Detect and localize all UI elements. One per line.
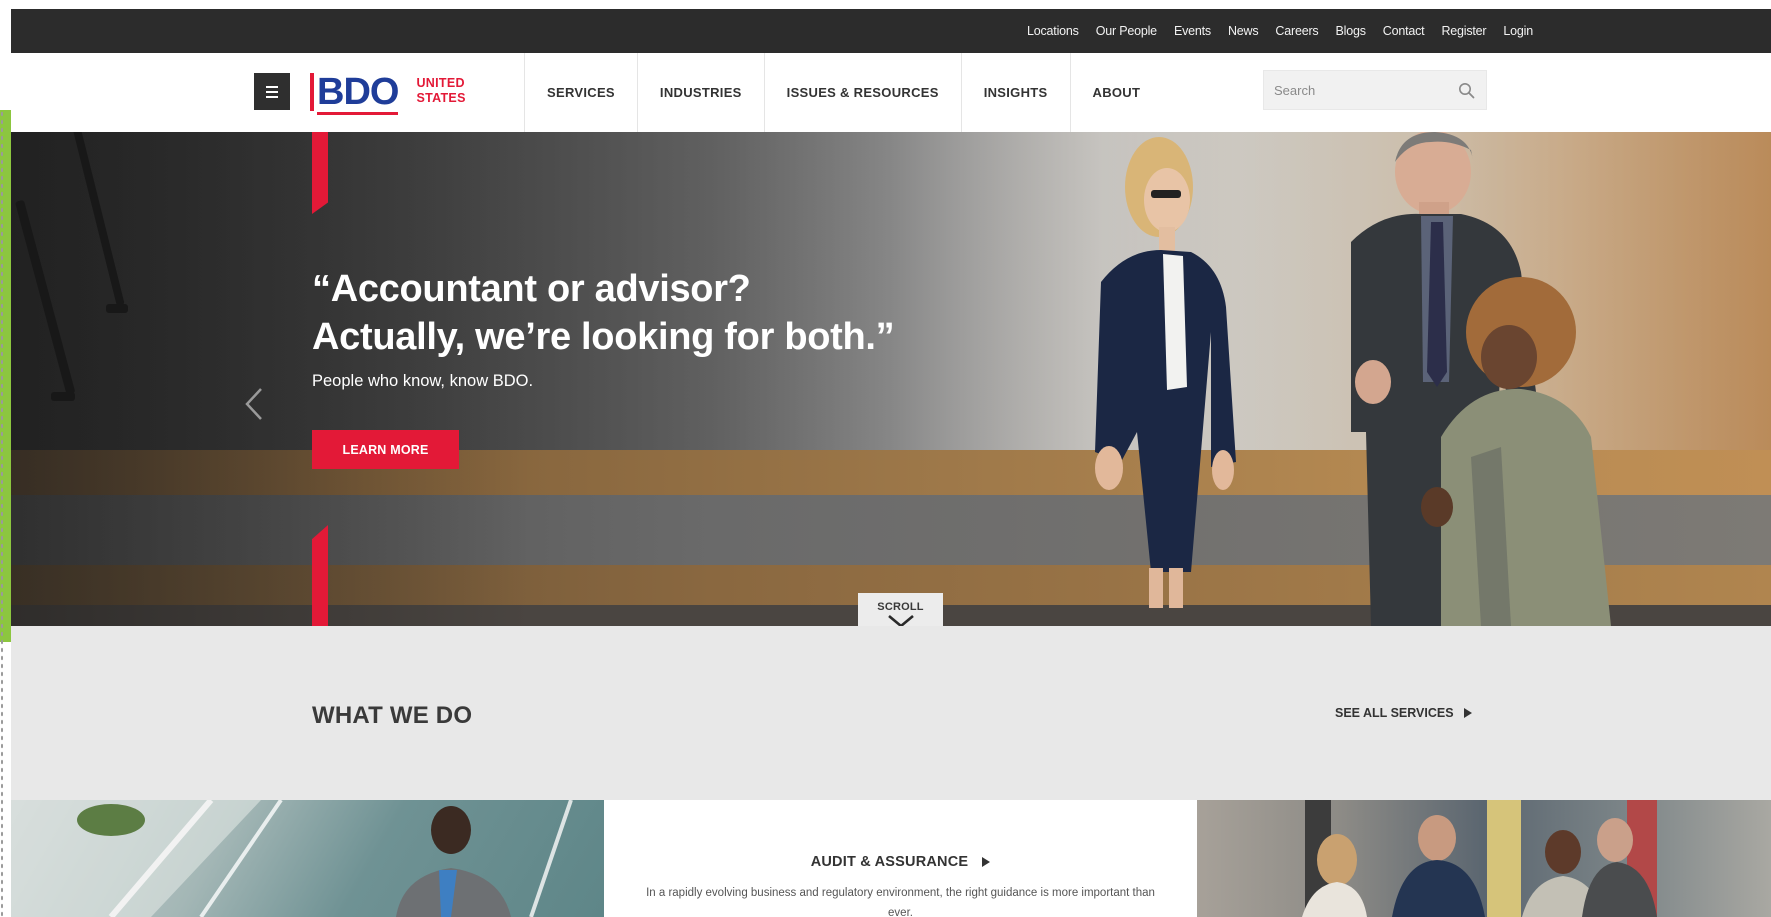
hero-person-woman-curly: [1421, 277, 1611, 626]
stair-rail: [106, 304, 128, 313]
card-title-label: AUDIT & ASSURANCE: [810, 854, 969, 870]
logo-wordmark: BDO: [317, 71, 399, 113]
card-image-right-scene: [1302, 800, 1657, 917]
triangle-right-icon: [982, 857, 991, 867]
card-image-left[interactable]: [11, 800, 604, 917]
scroll-indicator[interactable]: SCROLL: [858, 593, 943, 626]
logo-underline: [317, 112, 399, 115]
utility-link-blogs[interactable]: Blogs: [1335, 24, 1365, 38]
stair-rail: [51, 392, 75, 401]
utility-link-login[interactable]: Login: [1503, 24, 1533, 38]
logo-country: UNITED STATES: [416, 76, 465, 106]
nav-item-industries[interactable]: INDUSTRIES: [636, 53, 764, 132]
utility-link-careers[interactable]: Careers: [1275, 24, 1318, 38]
see-all-services-link[interactable]: SEE ALL SERVICES: [1335, 706, 1472, 720]
nav-item-services[interactable]: SERVICES: [524, 53, 637, 132]
learn-more-button[interactable]: LEARN MORE: [312, 430, 459, 469]
hero-title-line1: “Accountant or advisor?: [312, 268, 751, 310]
hero-carousel: “Accountant or advisor? Actually, we’re …: [11, 132, 1771, 626]
section-title: WHAT WE DO: [312, 702, 473, 729]
hamburger-icon-line: [266, 95, 278, 98]
nav-item-about[interactable]: ABOUT: [1069, 53, 1163, 132]
services-cards: AUDIT & ASSURANCE In a rapidly evolving …: [11, 800, 1771, 917]
logo-red-bar: [310, 73, 314, 111]
card-description: In a rapidly evolving business and regul…: [646, 887, 1155, 917]
chevron-down-icon: [887, 615, 914, 626]
nav-item-insights[interactable]: INSIGHTS: [960, 53, 1070, 132]
logo-country-line1: UNITED: [416, 76, 465, 90]
card-image-left-scene: [11, 800, 573, 917]
chevron-left-icon[interactable]: [243, 386, 265, 422]
nav-item-issues-resources[interactable]: ISSUES & RESOURCES: [763, 53, 961, 132]
card-image-right[interactable]: [1197, 800, 1771, 917]
utility-link-news[interactable]: News: [1228, 24, 1259, 38]
hero-person-woman: [1095, 137, 1236, 608]
bdo-logo[interactable]: BDO UNITED STATES: [310, 69, 466, 115]
scroll-label: SCROLL: [877, 601, 924, 613]
hero-title: “Accountant or advisor? Actually, we’re …: [312, 265, 1032, 361]
left-edge-dots: [0, 110, 4, 917]
hero-subtitle: People who know, know BDO.: [312, 372, 534, 390]
logo-text: BDO: [317, 71, 399, 115]
logo-mark: BDO: [310, 71, 399, 115]
hamburger-icon: [266, 85, 278, 88]
utility-link-locations[interactable]: Locations: [1027, 24, 1079, 38]
utility-bar: Locations Our People Events News Careers…: [11, 9, 1771, 53]
see-all-services-label: SEE ALL SERVICES: [1335, 706, 1454, 720]
card-audit-assurance[interactable]: AUDIT & ASSURANCE In a rapidly evolving …: [604, 800, 1197, 917]
what-we-do-section: WHAT WE DO SEE ALL SERVICES: [11, 626, 1771, 800]
hero-red-accent-bottom: [312, 525, 328, 626]
search-input[interactable]: [1264, 71, 1444, 109]
utility-link-our-people[interactable]: Our People: [1096, 24, 1157, 38]
page: Locations Our People Events News Careers…: [11, 9, 1771, 917]
logo-country-line2: STATES: [416, 91, 466, 105]
utility-link-contact[interactable]: Contact: [1383, 24, 1425, 38]
utility-nav: Locations Our People Events News Careers…: [1027, 9, 1533, 53]
card-title: AUDIT & ASSURANCE: [604, 854, 1197, 870]
search-box: [1263, 70, 1487, 110]
utility-link-register[interactable]: Register: [1441, 24, 1486, 38]
hamburger-menu-button[interactable]: [254, 73, 290, 110]
triangle-right-icon: [1463, 708, 1472, 718]
hamburger-icon-line: [266, 90, 278, 93]
search-icon[interactable]: [1458, 82, 1475, 99]
hero-red-accent-top: [312, 132, 328, 214]
main-header: BDO UNITED STATES SERVICES INDUSTRIES IS…: [11, 53, 1771, 132]
main-nav: SERVICES INDUSTRIES ISSUES & RESOURCES I…: [524, 53, 1162, 132]
hero-title-line2: Actually, we’re looking for both.”: [312, 316, 895, 358]
utility-link-events[interactable]: Events: [1174, 24, 1211, 38]
